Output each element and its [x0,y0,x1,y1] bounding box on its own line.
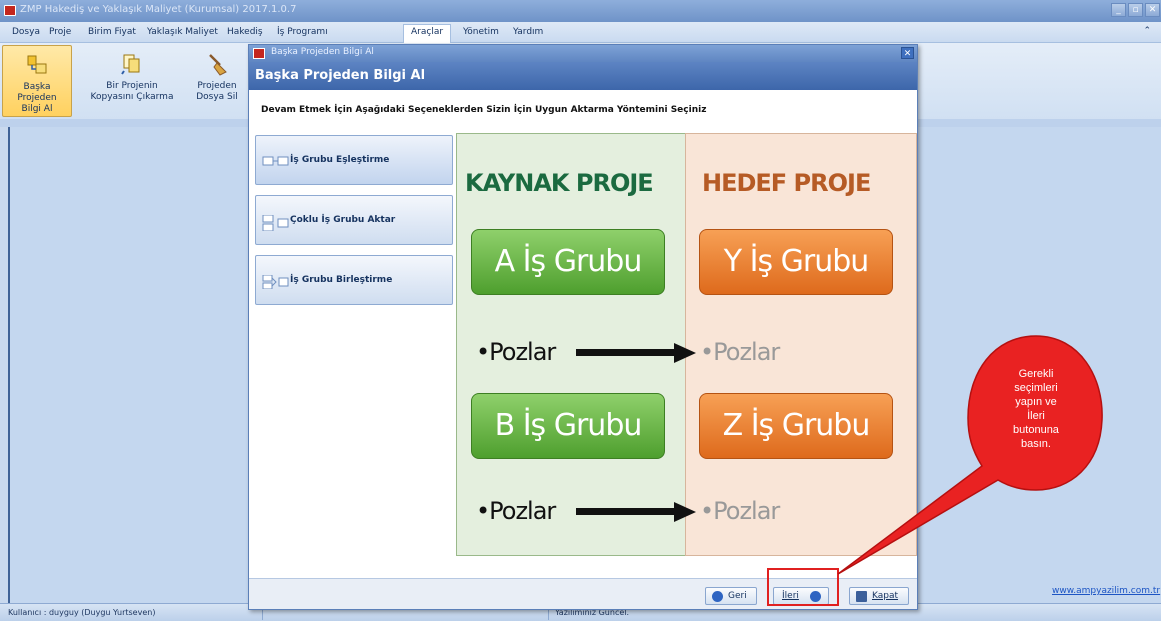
ribbon-collapse-icon[interactable]: ⌃ [1143,26,1151,36]
source-item-label: •Pozlar [476,497,556,525]
callout-line: basın. [1021,438,1051,450]
next-button-highlight [767,568,839,606]
minimize-icon[interactable]: _ [1111,3,1126,17]
source-title: KAYNAK PROJE [465,169,654,197]
arrow-shaft [576,508,676,515]
dialog-body: Devam Etmek İçin Aşağıdaki Seçeneklerden… [249,90,917,578]
callout-line: seçimleri [1014,382,1058,394]
window-titlebar: ZMP Hakediş ve Yaklaşık Maliyet (Kurumsa… [0,0,1161,22]
copy-project-button[interactable]: Bir Projenin Kopyasını Çıkarma [80,45,184,117]
option-label: İş Grubu Eşleştirme [290,155,390,165]
option-label: Çoklu İş Grubu Aktar [290,215,396,225]
source-group-b: B İş Grubu [471,393,665,459]
menu-bar: Dosya Proje Birim Fiyat Yaklaşık Maliyet… [0,22,1161,43]
window-title: ZMP Hakediş ve Yaklaşık Maliyet (Kurumsa… [20,4,297,15]
ribbon-label: Başka Projeden [17,82,57,103]
workspace-right [916,127,1161,603]
transfer-diagram: KAYNAK PROJE HEDEF PROJE A İş Grubu Y İş… [456,133,917,556]
dialog-titlebar: Başka Projeden Bilgi Al ✕ [249,45,917,62]
dialog-title: Başka Projeden Bilgi Al [271,47,374,57]
menu-birim-fiyat[interactable]: Birim Fiyat [88,27,136,37]
multi-transfer-icon [262,214,290,232]
ribbon-label: Bilgi Al [21,104,53,114]
back-button[interactable]: Geri [705,587,757,605]
menu-proje[interactable]: Proje [49,27,71,37]
ribbon-label: Bir Projenin [106,81,158,91]
menu-yonetim[interactable]: Yönetim [463,27,499,37]
option-label: İş Grubu Birleştirme [290,275,393,285]
dialog-header-title: Başka Projeden Bilgi Al [255,68,426,83]
option-coklu-is-grubu-aktar[interactable]: Çoklu İş Grubu Aktar [255,195,453,245]
delete-project-file-button[interactable]: Projeden Dosya Sil [188,45,246,117]
source-group-a: A İş Grubu [471,229,665,295]
menu-dosya[interactable]: Dosya [12,27,40,37]
import-from-project-button[interactable]: Başka Projeden Bilgi Al [2,45,72,117]
status-user: Kullanıcı : duyguy (Duygu Yurtseven) [8,608,156,617]
import-icon [24,52,50,78]
ribbon-label: Projeden [197,81,237,91]
callout-line: Gerekli [1018,368,1054,380]
option-is-grubu-birlestirme[interactable]: İş Grubu Birleştirme [255,255,453,305]
option-is-grubu-eslestirme[interactable]: İş Grubu Eşleştirme [255,135,453,185]
copy-icon [119,51,145,77]
callout-line: yapın ve [1015,396,1057,408]
back-button-label: Geri [728,591,747,601]
target-group-y: Y İş Grubu [699,229,893,295]
maximize-icon[interactable]: ▫ [1128,3,1143,17]
callout-line: İleri [1027,410,1045,422]
menu-yaklasik-maliyet[interactable]: Yaklaşık Maliyet [147,27,218,37]
merge-icon [262,274,290,290]
dialog-close-icon[interactable]: ✕ [901,47,914,59]
app-icon [4,5,16,16]
import-dialog: Başka Projeden Bilgi Al ✕ Başka Projeden… [248,44,918,610]
arrow-head [674,343,696,363]
close-icon[interactable]: ✕ [1145,3,1160,17]
close-button-label: Kapat [872,591,899,601]
target-item-label: •Pozlar [700,338,780,366]
menu-araclar[interactable]: Araçlar [403,24,452,43]
target-title: HEDEF PROJE [702,169,871,197]
source-item-label: •Pozlar [476,338,556,366]
callout-text: Gerekli seçimleri yapın ve İleri butonun… [1005,367,1067,451]
menu-hakedis[interactable]: Hakediş [227,27,263,37]
arrow-shaft [576,349,676,356]
ribbon-label: Kopyasını Çıkarma [90,92,174,102]
menu-yardim[interactable]: Yardım [513,27,543,37]
dialog-header: Başka Projeden Bilgi Al [249,62,917,90]
broom-icon [204,51,230,77]
callout-line: butonuna [1013,424,1059,436]
target-group-z: Z İş Grubu [699,393,893,459]
close-button[interactable]: Kapat [849,587,909,605]
exit-icon [856,591,867,602]
app-icon [253,48,265,59]
target-item-label: •Pozlar [700,497,780,525]
menu-is-programi[interactable]: İş Programı [277,27,328,37]
arrow-head [674,502,696,522]
ribbon-label: Dosya Sil [196,92,238,102]
website-link[interactable]: www.ampyazilim.com.tr [1052,586,1160,596]
dialog-instruction: Devam Etmek İçin Aşağıdaki Seçeneklerden… [261,105,707,115]
match-icon [262,155,290,167]
back-arrow-icon [712,591,723,602]
